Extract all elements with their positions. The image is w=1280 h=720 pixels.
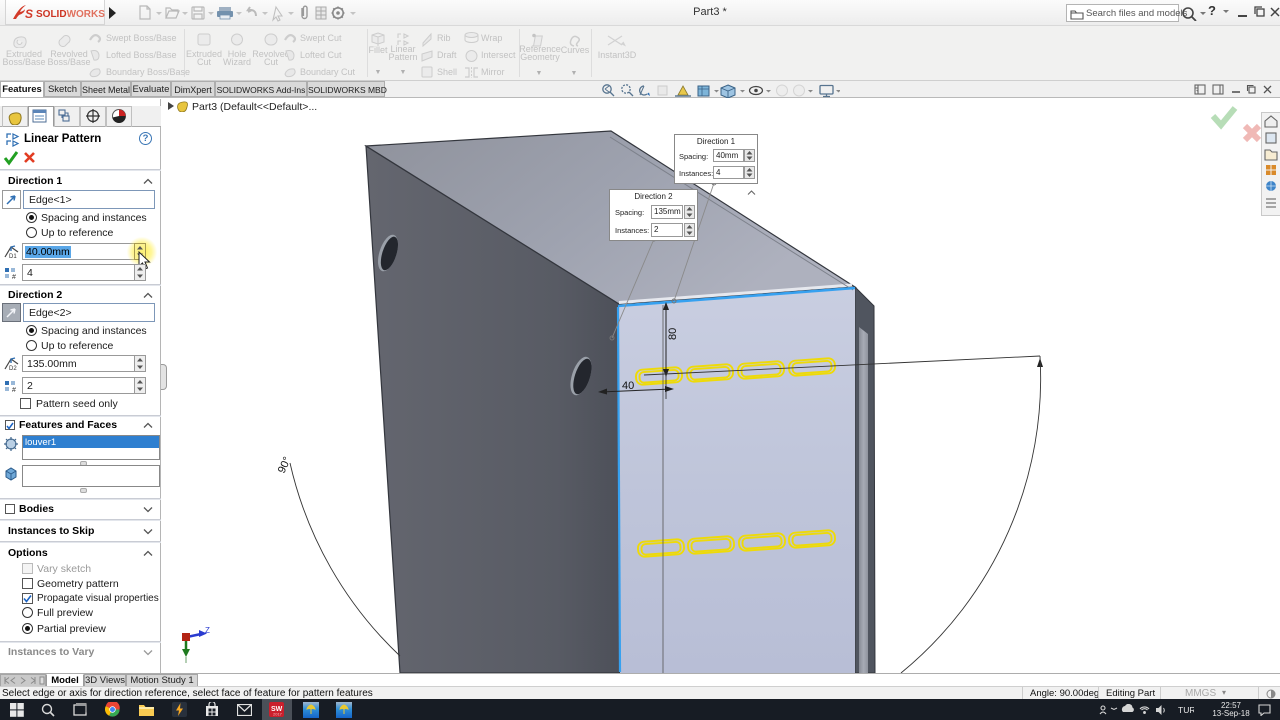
svg-text:D2: D2 <box>9 366 17 372</box>
svg-text:40: 40 <box>622 380 634 392</box>
svg-text:S: S <box>25 7 33 21</box>
svg-text:D1: D1 <box>9 254 17 260</box>
svg-text:#: # <box>12 387 16 393</box>
svg-text:TUR: TUR <box>1178 705 1194 715</box>
svg-text:2017: 2017 <box>273 712 283 717</box>
svg-text:SOLIDWORKS: SOLIDWORKS <box>36 9 105 20</box>
svg-text:Z: Z <box>205 626 210 635</box>
svg-text:#: # <box>12 274 16 280</box>
svg-text:90°: 90° <box>276 455 294 475</box>
svg-text:80: 80 <box>667 328 679 340</box>
